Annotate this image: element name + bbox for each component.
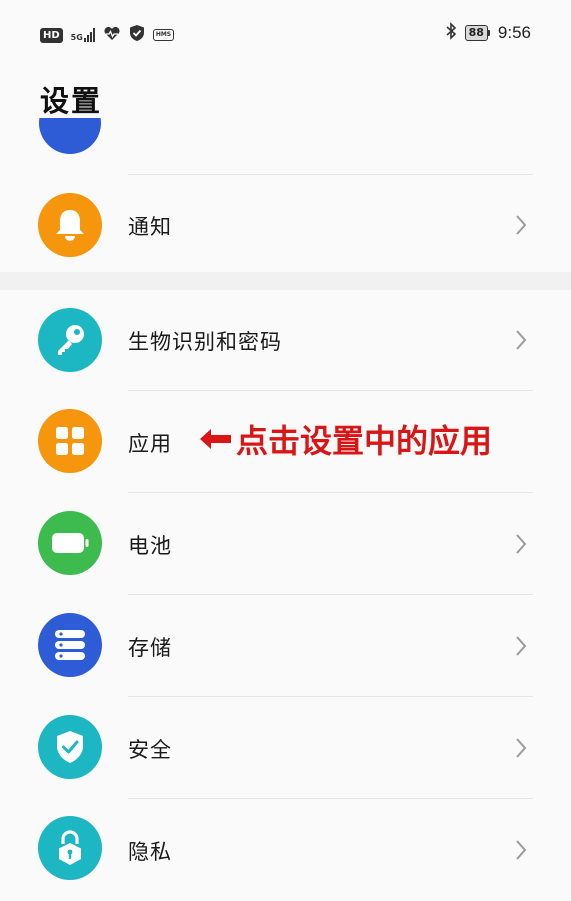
settings-item-label: 隐私 — [128, 840, 172, 864]
battery-status-icon: 88 — [464, 25, 490, 41]
settings-item-label: 存储 — [128, 636, 172, 660]
storage-icon — [38, 613, 102, 677]
page-title: 设置 — [40, 84, 103, 118]
bell-icon — [38, 193, 102, 257]
shield-check-icon — [38, 715, 102, 779]
hms-icon: HMS — [152, 29, 175, 41]
clock: 9:56 — [497, 23, 531, 42]
settings-item-label: 应用 — [128, 432, 172, 456]
status-right-icons: 88 9:56 — [445, 22, 531, 44]
key-icon — [38, 308, 102, 372]
bluetooth-icon — [445, 22, 457, 44]
chevron-right-icon — [512, 634, 530, 658]
settings-item-battery[interactable]: 电池 — [0, 493, 571, 595]
annotation-text: 点击设置中的应用 — [236, 422, 493, 460]
chevron-right-icon — [512, 213, 530, 237]
health-heart-icon — [103, 26, 121, 45]
chevron-right-icon — [512, 736, 530, 760]
annotation-callout: 点击设置中的应用 — [200, 416, 492, 462]
settings-item-label: 通知 — [128, 215, 172, 239]
partial-scrolled-icon — [39, 118, 101, 154]
app-grid-icon — [38, 409, 102, 473]
chevron-right-icon — [512, 328, 530, 352]
settings-item-privacy[interactable]: 隐私 — [0, 799, 571, 901]
settings-item-label: 电池 — [128, 534, 172, 558]
chevron-right-icon — [512, 532, 530, 556]
battery-level: 88 — [464, 25, 488, 41]
settings-item-label: 生物识别和密码 — [128, 330, 282, 354]
status-left-icons: HD 5G HMS — [40, 24, 175, 46]
hd-indicator: HD — [40, 27, 63, 43]
shield-status-icon — [129, 24, 145, 46]
battery-icon — [38, 511, 102, 575]
settings-item-biometrics-password[interactable]: 生物识别和密码 — [0, 290, 571, 392]
signal-icon: 5G — [71, 28, 95, 42]
settings-item-storage[interactable]: 存储 — [0, 595, 571, 697]
settings-item-notifications[interactable]: 通知 — [0, 174, 571, 276]
red-arrow-left-icon — [200, 428, 232, 450]
status-bar: HD 5G HMS 88 9:56 — [0, 0, 571, 68]
section-separator — [0, 272, 571, 290]
settings-item-label: 安全 — [128, 738, 172, 762]
privacy-lock-icon — [38, 816, 102, 880]
network-type-label: 5G — [70, 33, 83, 42]
chevron-right-icon — [512, 838, 530, 862]
settings-item-security[interactable]: 安全 — [0, 697, 571, 799]
